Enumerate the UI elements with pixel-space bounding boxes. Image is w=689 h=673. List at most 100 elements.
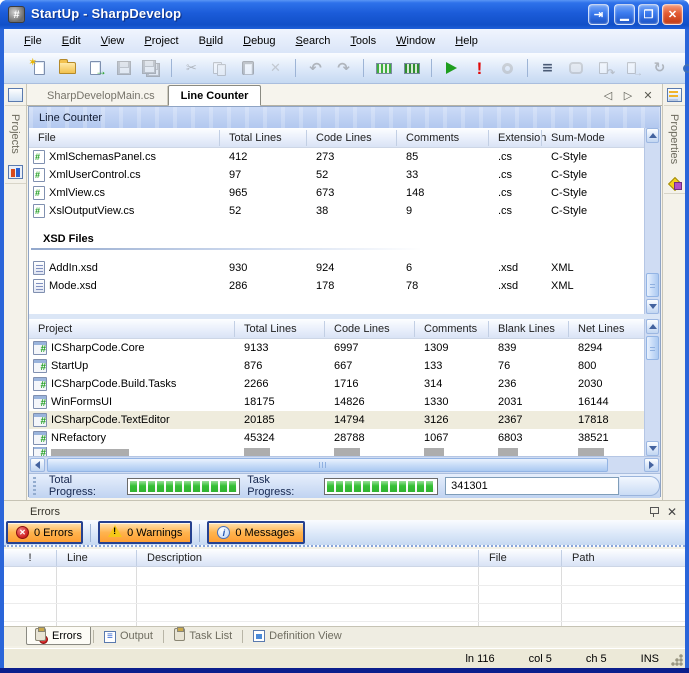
copy-icon[interactable]: [207, 57, 232, 79]
table-row[interactable]: ICSharpCode.Build.Tasks22661716314236203…: [29, 375, 644, 393]
copy-doc-icon[interactable]: ↷: [591, 57, 616, 79]
files-vertical-scrollbar[interactable]: [644, 128, 660, 314]
projects-vertical-scrollbar[interactable]: [644, 319, 660, 456]
toolbox-pad-button[interactable]: [5, 162, 26, 184]
cut-icon[interactable]: ✂: [179, 57, 204, 79]
scroll-thumb[interactable]: [646, 273, 659, 297]
resize-grip[interactable]: [671, 654, 683, 666]
prev-tab-button[interactable]: ◁: [600, 87, 616, 103]
table-row[interactable]: ICSharpCode.TextEditor201851479431262367…: [29, 411, 644, 429]
scroll-up-button[interactable]: [646, 128, 659, 143]
table-row[interactable]: Mode.xsd28617878.xsdXML: [29, 277, 644, 295]
pad-tab-output[interactable]: ≡Output: [96, 627, 161, 645]
pad-tab-definition-view[interactable]: Definition View: [245, 627, 350, 645]
properties-pad-button[interactable]: [664, 84, 685, 106]
column-header-file[interactable]: File: [29, 130, 219, 146]
table-row[interactable]: NRefactory45324287881067680338521: [29, 429, 644, 447]
float-window-button[interactable]: ⇥: [588, 4, 609, 25]
stop-icon[interactable]: [495, 57, 520, 79]
column-header-extension[interactable]: Extension: [488, 130, 541, 146]
table-row[interactable]: XmlView.cs965673148.csC-Style: [29, 184, 644, 202]
table-row[interactable]: WinFormsUI18175148261330203116144: [29, 393, 644, 411]
projects-pad-button[interactable]: [5, 84, 26, 106]
filter-button-0-errors[interactable]: ✕0 Errors: [6, 521, 83, 544]
menu-help[interactable]: Help: [445, 32, 488, 50]
save-all-icon[interactable]: [139, 57, 164, 79]
classes-pad-button[interactable]: [664, 172, 685, 194]
column-header-code-lines[interactable]: Code Lines: [306, 130, 396, 146]
column-header-sum-mode[interactable]: Sum-Mode: [541, 130, 644, 146]
filter-button-0-warnings[interactable]: !0 Warnings: [98, 521, 192, 544]
pad-tab-task-list[interactable]: ✓Task List: [166, 627, 240, 645]
new-file-icon[interactable]: ✶: [27, 57, 52, 79]
table-row[interactable]: XslOutputView.cs52389.csC-Style: [29, 202, 644, 220]
projects-rail-label[interactable]: Projects: [9, 106, 21, 162]
scroll-left-button[interactable]: [30, 458, 45, 472]
document-tab-sharpdevelopmain-cs[interactable]: SharpDevelopMain.cs: [35, 86, 168, 105]
menu-edit[interactable]: Edit: [52, 32, 91, 50]
scroll-down-button[interactable]: [646, 299, 659, 314]
exclamation-icon[interactable]: !: [467, 57, 492, 79]
pin-icon[interactable]: [649, 506, 658, 517]
move-doc-icon[interactable]: →: [619, 57, 644, 79]
close-button[interactable]: ✕: [662, 4, 683, 25]
undo-icon[interactable]: ↶: [303, 57, 328, 79]
region-icon[interactable]: [563, 57, 588, 79]
column-header-net-lines[interactable]: Net Lines: [568, 321, 644, 337]
errors-panel-title-bar[interactable]: Errors: [4, 503, 685, 520]
menu-search[interactable]: Search: [286, 32, 341, 50]
scroll-thumb[interactable]: [646, 336, 659, 360]
document-tab-line-counter[interactable]: Line Counter: [168, 85, 262, 106]
column-header-code-lines[interactable]: Code Lines: [324, 321, 414, 337]
column-header-file[interactable]: File: [478, 550, 561, 566]
rebuild-icon[interactable]: [399, 57, 424, 79]
open-file-icon[interactable]: [55, 57, 80, 79]
delete-icon[interactable]: ✕: [263, 57, 288, 79]
scroll-up-button[interactable]: [646, 319, 659, 334]
filter-button-0-messages[interactable]: i0 Messages: [207, 521, 304, 544]
minimize-button[interactable]: ▁: [614, 4, 635, 25]
table-row[interactable]: StartUp87666713376800: [29, 357, 644, 375]
build-icon[interactable]: [371, 57, 396, 79]
pad-tab-errors[interactable]: ✕Errors: [26, 627, 91, 645]
lines-icon[interactable]: ≡: [535, 57, 560, 79]
table-row[interactable]: XmlUserControl.cs975233.csC-Style: [29, 166, 644, 184]
next-tab-button[interactable]: ▷: [620, 87, 636, 103]
refresh-icon[interactable]: ↻: [647, 57, 672, 79]
scroll-thumb[interactable]: [47, 458, 608, 472]
menu-project[interactable]: Project: [134, 32, 188, 50]
run-icon[interactable]: [439, 57, 464, 79]
menu-debug[interactable]: Debug: [233, 32, 285, 50]
menu-file[interactable]: File: [14, 32, 52, 50]
menu-view[interactable]: View: [91, 32, 135, 50]
table-row[interactable]: AddIn.xsd9309246.xsdXML: [29, 259, 644, 277]
table-row[interactable]: XmlSchemasPanel.cs41227385.csC-Style: [29, 148, 644, 166]
close-panel-icon[interactable]: ✕: [667, 506, 677, 518]
column-header-comments[interactable]: Comments: [396, 130, 488, 146]
redo-icon[interactable]: ↷: [331, 57, 356, 79]
save-as-icon[interactable]: →: [83, 57, 108, 79]
menu-tools[interactable]: Tools: [340, 32, 386, 50]
menu-build[interactable]: Build: [189, 32, 233, 50]
column-header-description[interactable]: Description: [136, 550, 478, 566]
scroll-right-button[interactable]: [644, 458, 659, 472]
menu-window[interactable]: Window: [386, 32, 445, 50]
save-icon[interactable]: [111, 57, 136, 79]
column-header-blank-lines[interactable]: Blank Lines: [488, 321, 568, 337]
title-bar[interactable]: # StartUp - SharpDevelop ⇥ ▁ ❐ ✕: [0, 0, 689, 29]
horizontal-scrollbar[interactable]: [29, 456, 660, 473]
column-header-project[interactable]: Project: [29, 321, 234, 337]
column-header-path[interactable]: Path: [561, 550, 685, 566]
close-tab-button[interactable]: ✕: [640, 87, 656, 103]
properties-rail-label[interactable]: Properties: [668, 106, 680, 172]
column-header-total-lines[interactable]: Total Lines: [219, 130, 306, 146]
maximize-button[interactable]: ❐: [638, 4, 659, 25]
scroll-down-button[interactable]: [646, 441, 659, 456]
errors-grid-body[interactable]: [4, 567, 685, 629]
column-header-total-lines[interactable]: Total Lines: [234, 321, 324, 337]
progress-grip[interactable]: [33, 477, 36, 495]
column-header--[interactable]: !: [4, 550, 56, 566]
search-icon[interactable]: [675, 57, 689, 79]
paste-icon[interactable]: [235, 57, 260, 79]
column-header-comments[interactable]: Comments: [414, 321, 488, 337]
